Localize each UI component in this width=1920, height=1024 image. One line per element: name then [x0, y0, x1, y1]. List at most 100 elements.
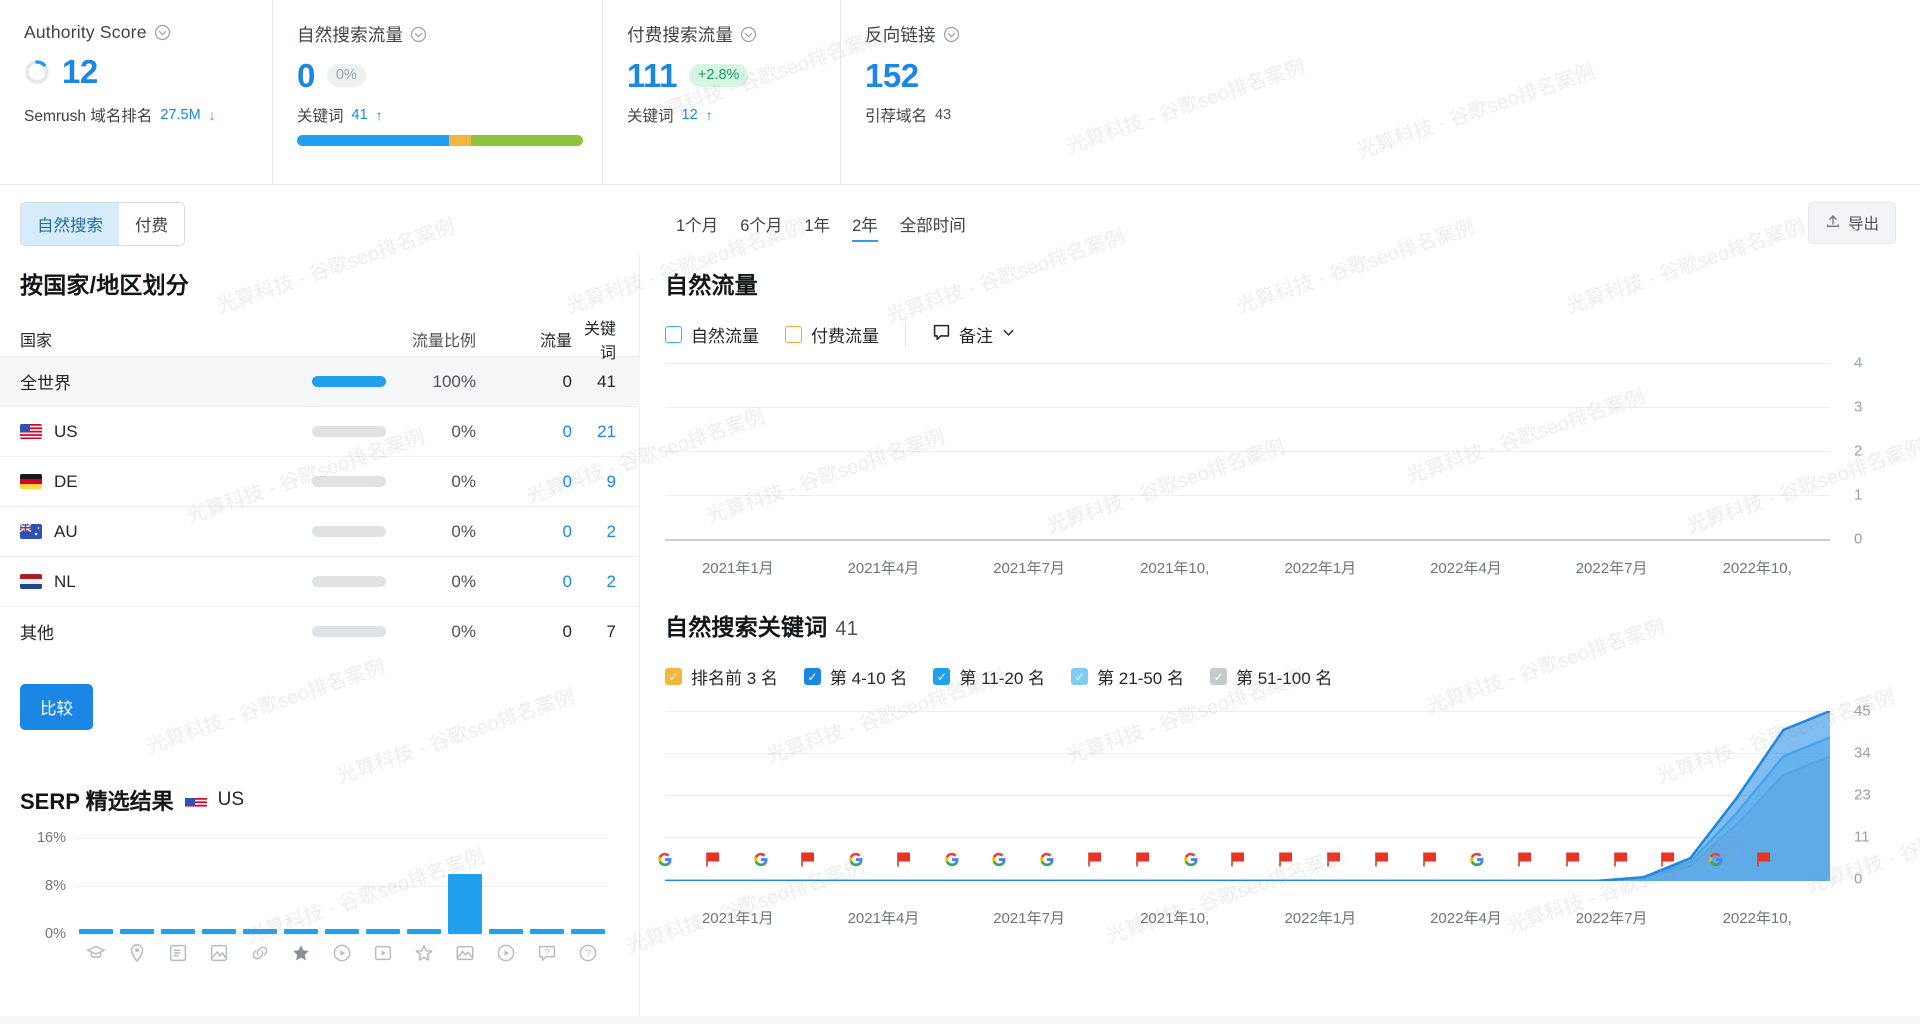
serp-change-marker-icon[interactable]: [1566, 852, 1580, 873]
table-row[interactable]: US 0% 0 21: [0, 406, 640, 456]
info-icon[interactable]: [154, 24, 171, 41]
google-update-marker-icon[interactable]: [944, 852, 960, 873]
serp-icon-questions[interactable]: ?: [567, 942, 608, 964]
google-update-marker-icon[interactable]: [1469, 852, 1485, 873]
serp-bar[interactable]: [284, 929, 318, 934]
serp-bar-cell[interactable]: [117, 929, 158, 934]
serp-icon-link[interactable]: [240, 942, 281, 964]
table-row[interactable]: DE 0% 0 9: [0, 456, 640, 506]
compare-button[interactable]: 比较: [20, 684, 93, 730]
range-2-years[interactable]: 2年: [852, 212, 878, 242]
serp-change-marker-icon[interactable]: [1136, 852, 1150, 873]
serp-icon-sitelinks[interactable]: [158, 942, 199, 964]
traffic-value[interactable]: 0: [476, 522, 572, 542]
checkbox-organic-traffic[interactable]: [665, 326, 682, 343]
serp-bar[interactable]: [161, 929, 195, 934]
tab-organic-search[interactable]: 自然搜索: [21, 203, 119, 245]
traffic-value[interactable]: 0: [476, 472, 572, 492]
google-update-marker-icon[interactable]: [1039, 852, 1055, 873]
legend-paid-traffic[interactable]: 付费流量: [785, 322, 879, 347]
serp-change-marker-icon[interactable]: [706, 852, 720, 873]
checkbox-51-100[interactable]: ✓: [1210, 668, 1227, 685]
serp-icon-video[interactable]: [322, 942, 363, 964]
range-all-time[interactable]: 全部时间: [900, 212, 966, 242]
serp-bar[interactable]: [448, 874, 482, 934]
serp-change-marker-icon[interactable]: [1423, 852, 1437, 873]
keywords-value[interactable]: 9: [572, 472, 616, 492]
serp-change-marker-icon[interactable]: [1327, 852, 1341, 873]
checkbox-11-20[interactable]: ✓: [933, 668, 950, 685]
google-update-marker-icon[interactable]: [1708, 852, 1724, 873]
info-icon[interactable]: [410, 26, 427, 43]
serp-bar[interactable]: [120, 929, 154, 934]
serp-bar[interactable]: [325, 929, 359, 934]
google-update-marker-icon[interactable]: [753, 852, 769, 873]
serp-change-marker-icon[interactable]: [801, 852, 815, 873]
google-update-marker-icon[interactable]: [848, 852, 864, 873]
table-row[interactable]: NL 0% 0 2: [0, 556, 640, 606]
checkbox-4-10[interactable]: ✓: [804, 668, 821, 685]
keywords-value[interactable]: 2: [572, 522, 616, 542]
serp-bar-cell[interactable]: [240, 929, 281, 934]
legend-51-100[interactable]: ✓ 第 51-100 名: [1210, 664, 1332, 689]
google-update-marker-icon[interactable]: [991, 852, 1007, 873]
serp-bar[interactable]: [366, 929, 400, 934]
checkbox-21-50[interactable]: ✓: [1071, 668, 1088, 685]
serp-bar-cell[interactable]: [76, 929, 117, 934]
legend-4-10[interactable]: ✓ 第 4-10 名: [804, 664, 907, 689]
serp-icon-scholar[interactable]: [76, 942, 117, 964]
google-update-marker-icon[interactable]: [657, 852, 673, 873]
range-6-months[interactable]: 6个月: [740, 212, 782, 242]
serp-bar-cell[interactable]: [199, 929, 240, 934]
table-row[interactable]: 全世界 100% 0 41: [0, 356, 640, 406]
legend-organic-traffic[interactable]: 自然流量: [665, 322, 759, 347]
serp-change-marker-icon[interactable]: [1661, 852, 1675, 873]
export-button[interactable]: 导出: [1808, 202, 1896, 244]
serp-bar-cell[interactable]: [485, 929, 526, 934]
tab-paid[interactable]: 付费: [119, 203, 184, 245]
serp-bar[interactable]: [79, 929, 113, 934]
serp-bar[interactable]: [530, 929, 564, 934]
serp-bar-cell[interactable]: [158, 929, 199, 934]
keywords-value[interactable]: 2: [572, 572, 616, 592]
traffic-value[interactable]: 0: [476, 422, 572, 442]
serp-icon-images[interactable]: [444, 942, 485, 964]
serp-icon-reviews[interactable]: [281, 942, 322, 964]
legend-11-20[interactable]: ✓ 第 11-20 名: [933, 664, 1045, 689]
legend-21-50[interactable]: ✓ 第 21-50 名: [1071, 664, 1184, 689]
serp-bar[interactable]: [202, 929, 236, 934]
table-row[interactable]: AU 0% 0 2: [0, 506, 640, 556]
serp-icon-video-carousel[interactable]: [362, 942, 403, 964]
traffic-value[interactable]: 0: [476, 572, 572, 592]
info-icon[interactable]: [740, 26, 757, 43]
serp-bar-cell[interactable]: [567, 929, 608, 934]
table-row[interactable]: 其他 0% 0 7: [0, 606, 640, 656]
serp-icon-image-pack[interactable]: [199, 942, 240, 964]
serp-change-marker-icon[interactable]: [1088, 852, 1102, 873]
serp-change-marker-icon[interactable]: [1231, 852, 1245, 873]
serp-bar[interactable]: [571, 929, 605, 934]
serp-icon-faq[interactable]: ?: [526, 942, 567, 964]
serp-bar-cell[interactable]: [444, 874, 485, 934]
serp-icon-video-play[interactable]: [485, 942, 526, 964]
serp-bar[interactable]: [489, 929, 523, 934]
serp-bar-cell[interactable]: [281, 929, 322, 934]
serp-change-marker-icon[interactable]: [1279, 852, 1293, 873]
serp-bar-cell[interactable]: [322, 929, 363, 934]
checkbox-top-3[interactable]: ✓: [665, 668, 682, 685]
keywords-value[interactable]: 21: [572, 422, 616, 442]
serp-bar-cell[interactable]: [362, 929, 403, 934]
legend-top-3[interactable]: ✓ 排名前 3 名: [665, 664, 778, 689]
serp-change-marker-icon[interactable]: [1375, 852, 1389, 873]
serp-change-marker-icon[interactable]: [897, 852, 911, 873]
info-icon[interactable]: [943, 26, 960, 43]
serp-change-marker-icon[interactable]: [1518, 852, 1532, 873]
serp-icon-local-pack[interactable]: [117, 942, 158, 964]
range-1-month[interactable]: 1个月: [676, 212, 718, 242]
serp-change-marker-icon[interactable]: [1614, 852, 1628, 873]
range-1-year[interactable]: 1年: [804, 212, 830, 242]
checkbox-paid-traffic[interactable]: [785, 326, 802, 343]
serp-bar-cell[interactable]: [526, 929, 567, 934]
serp-change-marker-icon[interactable]: [1757, 852, 1771, 873]
notes-dropdown[interactable]: 备注: [932, 322, 1016, 347]
